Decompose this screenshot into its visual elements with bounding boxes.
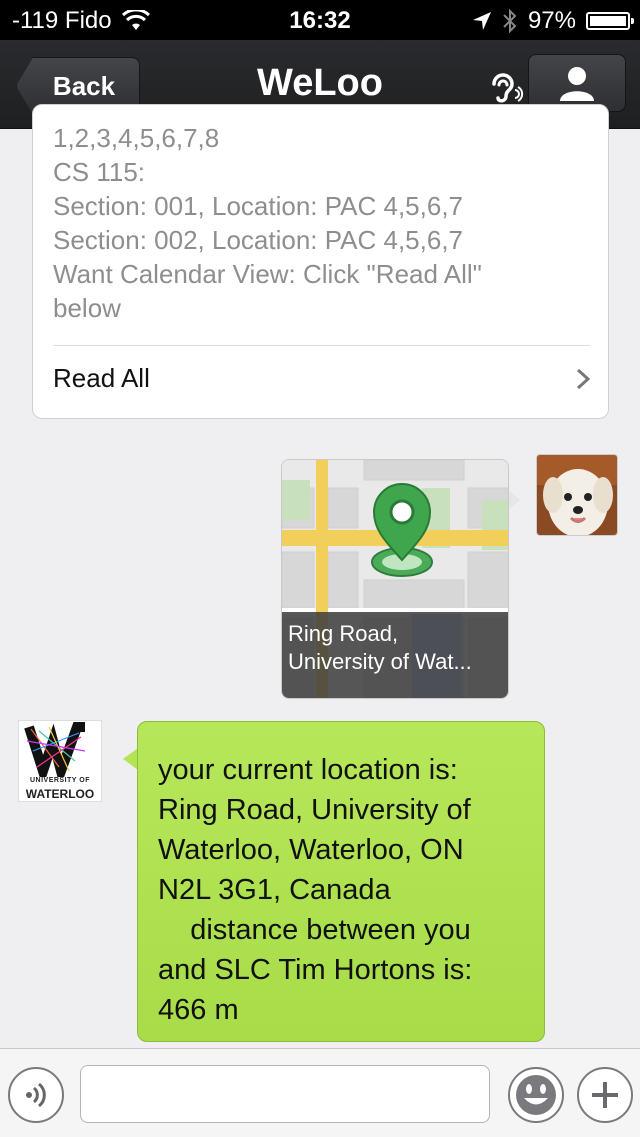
input-toolbar xyxy=(0,1048,640,1137)
message-line: 466 m xyxy=(158,994,239,1026)
voice-icon xyxy=(26,1082,46,1108)
map-bubble-tail xyxy=(508,490,520,510)
status-bar: -119 Fido 16:32 97% xyxy=(0,0,640,40)
plus-icon xyxy=(592,1082,618,1108)
user-avatar[interactable] xyxy=(536,454,618,536)
battery-icon xyxy=(586,12,634,30)
logo-small-text: UNIVERSITY OF xyxy=(29,777,91,784)
location-arrow-icon xyxy=(472,12,491,30)
message-line: distance between you xyxy=(158,914,471,946)
reply-bubble-tail xyxy=(123,748,138,770)
message-input[interactable] xyxy=(80,1065,490,1123)
map-caption-line: University of Wat... xyxy=(288,649,472,674)
read-all-link[interactable]: Read All xyxy=(53,363,150,394)
chevron-right-icon[interactable] xyxy=(574,367,592,391)
more-button[interactable] xyxy=(577,1067,633,1123)
dog-photo xyxy=(537,455,617,535)
card-text: 1,2,3,4,5,6,7,8 CS 115: Section: 001, Lo… xyxy=(53,121,590,325)
battery-percent: 97% xyxy=(527,7,576,34)
ear-icon[interactable] xyxy=(484,68,524,108)
message-line: Ring Road, University of xyxy=(158,794,471,826)
bluetooth-icon xyxy=(503,9,517,33)
course-info-card: 1,2,3,4,5,6,7,8 CS 115: Section: 001, Lo… xyxy=(32,104,609,419)
message-line: and SLC Tim Hortons is: xyxy=(158,954,473,986)
card-line: Section: 001, Location: PAC 4,5,6,7 xyxy=(53,191,464,221)
card-line: CS 115: xyxy=(53,157,146,187)
uwaterloo-logo xyxy=(24,722,86,777)
person-icon xyxy=(560,67,594,101)
uwaterloo-avatar[interactable]: UNIVERSITY OF WATERLOO xyxy=(18,720,102,802)
reply-message[interactable]: your current location is: Ring Road, Uni… xyxy=(137,721,545,1042)
message-line: Waterloo, Waterloo, ON xyxy=(158,834,464,866)
message-line: N2L 3G1, Canada xyxy=(158,874,391,906)
card-line: 1,2,3,4,5,6,7,8 xyxy=(53,123,220,153)
logo-big-text: WATERLOO xyxy=(25,787,95,801)
map-message[interactable]: Ring Road, University of Wat... xyxy=(281,459,509,699)
message-line: your current location is: xyxy=(158,754,458,786)
emoji-icon xyxy=(516,1075,556,1115)
divider xyxy=(53,345,590,346)
status-right: 97% xyxy=(472,7,634,35)
voice-button[interactable] xyxy=(8,1067,64,1123)
card-line: Want Calendar View: Click "Read All" xyxy=(53,259,482,289)
map-caption-line: Ring Road, xyxy=(288,621,399,646)
emoji-button[interactable] xyxy=(508,1067,564,1123)
card-line: Section: 002, Location: PAC 4,5,6,7 xyxy=(53,225,464,255)
card-line: below xyxy=(53,293,121,323)
map-caption: Ring Road, University of Wat... xyxy=(282,612,508,698)
